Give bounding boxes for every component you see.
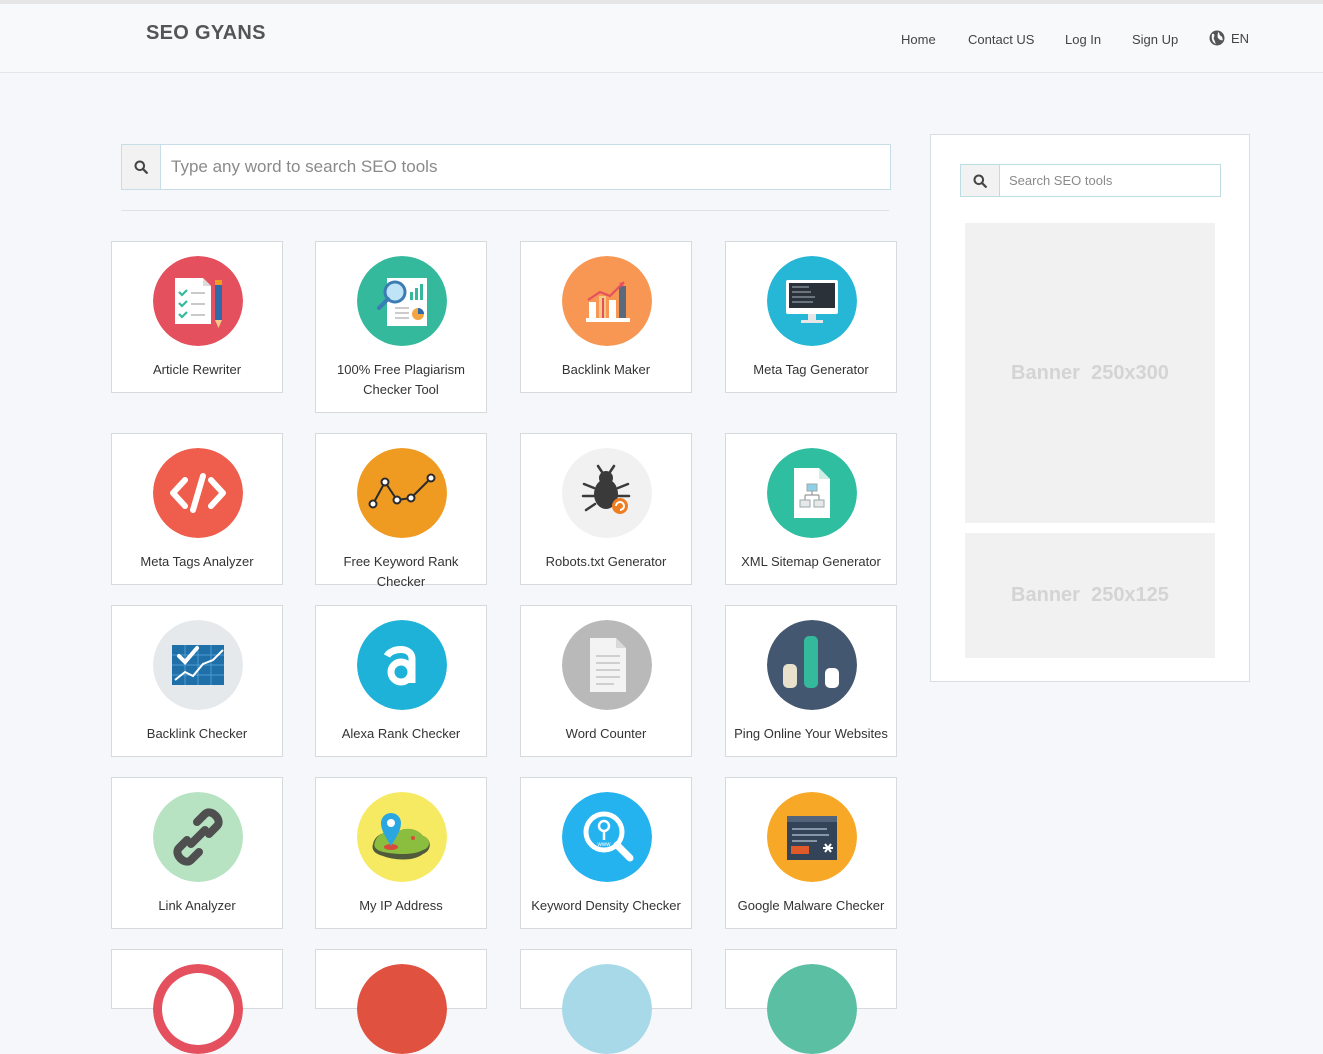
- bar-growth-icon: [562, 256, 652, 346]
- search-button[interactable]: [122, 145, 161, 189]
- document-icon: [562, 620, 652, 710]
- tool-label: Free Keyword Rank Checker: [343, 554, 459, 589]
- svg-text:www: www: [597, 842, 612, 848]
- sitemap-file-icon: [767, 448, 857, 538]
- tool-label: Alexa Rank Checker: [341, 726, 461, 741]
- globe-icon: [1209, 30, 1225, 46]
- tool-label: Google Malware Checker: [737, 898, 885, 913]
- tool-label: Meta Tag Generator: [753, 362, 869, 377]
- nav-log-in[interactable]: Log In: [1065, 32, 1101, 47]
- tool-card-partial[interactable]: [315, 949, 487, 1054]
- tool-label: 100% Free Plagiarism Checker Tool: [337, 362, 465, 397]
- map-pin-icon: [357, 792, 447, 882]
- tool-card-link-analyzer[interactable]: Link Analyzer: [111, 777, 283, 929]
- tool-icon: [153, 964, 243, 1054]
- bars-icon: [767, 620, 857, 710]
- tool-label: XML Sitemap Generator: [741, 554, 881, 569]
- banner-large[interactable]: Banner 250x300: [965, 223, 1215, 523]
- banner-small[interactable]: Banner 250x125: [965, 533, 1215, 658]
- code-brackets-icon: [153, 448, 243, 538]
- tool-card-keyword-density-checker[interactable]: www Keyword Density Checker: [520, 777, 692, 929]
- tool-label: Keyword Density Checker: [531, 898, 681, 913]
- magnifier-www-icon: www: [562, 792, 652, 882]
- tool-card-my-ip-address[interactable]: My IP Address: [315, 777, 487, 929]
- tool-card-backlink-maker[interactable]: Backlink Maker: [520, 241, 692, 393]
- magnifier-report-icon: [357, 256, 447, 346]
- tool-card-word-counter[interactable]: Word Counter: [520, 605, 692, 757]
- search-input[interactable]: [161, 145, 890, 189]
- chart-check-icon: [153, 620, 243, 710]
- checklist-pencil-icon: [153, 256, 243, 346]
- tool-card-robots-txt-generator[interactable]: Robots.txt Generator: [520, 433, 692, 585]
- chain-link-icon: [153, 792, 243, 882]
- navbar: SEO GYANS Home Contact US Log In Sign Up…: [0, 4, 1323, 73]
- tool-label: Backlink Maker: [561, 362, 651, 377]
- tool-label: Ping Online Your Websites: [734, 726, 888, 741]
- monitor-code-icon: [767, 256, 857, 346]
- tool-card-plagiarism-checker[interactable]: 100% Free Plagiarism Checker Tool: [315, 241, 487, 413]
- divider: [121, 210, 889, 211]
- tool-label: Link Analyzer: [158, 898, 236, 913]
- tool-label: Meta Tags Analyzer: [140, 554, 254, 569]
- tool-card-ping-websites[interactable]: Ping Online Your Websites: [725, 605, 897, 757]
- tool-label: Robots.txt Generator: [545, 554, 667, 569]
- browser-malware-icon: [767, 792, 857, 882]
- main-nav: Home Contact US Log In Sign Up EN: [0, 30, 1323, 52]
- tool-card-partial[interactable]: [520, 949, 692, 1054]
- language-selector[interactable]: EN: [1209, 30, 1249, 46]
- tool-icon: [562, 964, 652, 1054]
- sidebar: Banner 250x300 Banner 250x125: [930, 134, 1250, 682]
- tool-card-xml-sitemap-generator[interactable]: XML Sitemap Generator: [725, 433, 897, 585]
- tool-card-meta-tag-generator[interactable]: Meta Tag Generator: [725, 241, 897, 393]
- alexa-a-icon: [357, 620, 447, 710]
- nav-contact-us[interactable]: Contact US: [968, 32, 1034, 47]
- tool-icon: [767, 964, 857, 1054]
- tool-label: Word Counter: [565, 726, 647, 741]
- tool-card-partial[interactable]: [725, 949, 897, 1054]
- bug-icon: [562, 448, 652, 538]
- tool-card-article-rewriter[interactable]: Article Rewriter: [111, 241, 283, 393]
- tool-card-backlink-checker[interactable]: Backlink Checker: [111, 605, 283, 757]
- sidebar-search-button[interactable]: [961, 165, 1000, 196]
- tool-label: Backlink Checker: [146, 726, 248, 741]
- tool-icon: [357, 964, 447, 1054]
- sidebar-search-bar: [960, 164, 1221, 197]
- tool-card-keyword-rank-checker[interactable]: Free Keyword Rank Checker: [315, 433, 487, 589]
- tool-card-meta-tags-analyzer[interactable]: Meta Tags Analyzer: [111, 433, 283, 585]
- tool-search-bar: [121, 144, 891, 190]
- nav-sign-up[interactable]: Sign Up: [1132, 32, 1178, 47]
- tool-label: Article Rewriter: [152, 362, 242, 377]
- sidebar-search-input[interactable]: [1000, 165, 1220, 196]
- line-graph-icon: [357, 448, 447, 538]
- tool-label: My IP Address: [359, 898, 443, 913]
- language-label: EN: [1231, 30, 1250, 46]
- search-icon: [134, 160, 148, 174]
- search-icon: [973, 174, 987, 188]
- tool-card-alexa-rank-checker[interactable]: Alexa Rank Checker: [315, 605, 487, 757]
- nav-home[interactable]: Home: [901, 32, 936, 47]
- tool-card-google-malware-checker[interactable]: Google Malware Checker: [725, 777, 897, 929]
- tool-card-partial[interactable]: [111, 949, 283, 1054]
